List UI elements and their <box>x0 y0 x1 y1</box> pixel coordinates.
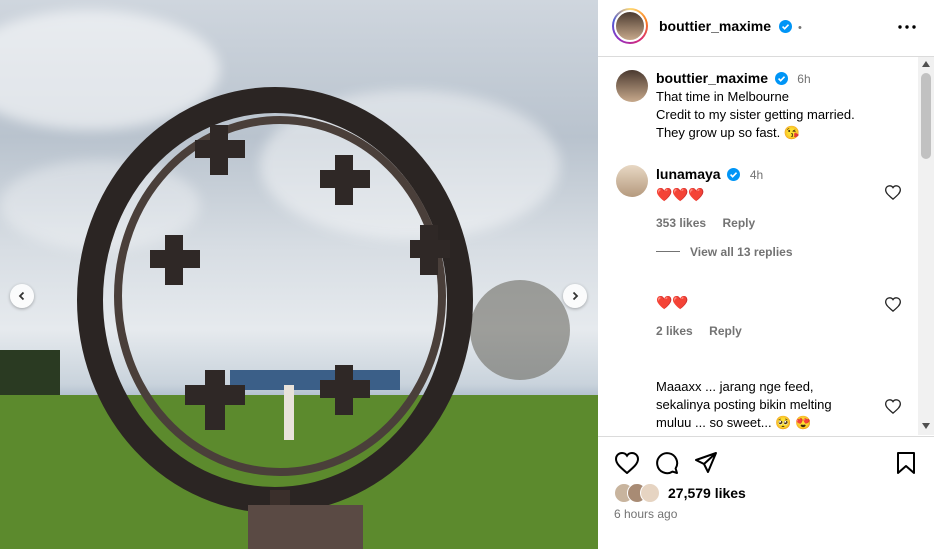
author-username[interactable]: bouttier_maxime <box>659 18 771 34</box>
caption-time: 6h <box>797 72 811 86</box>
post-panel: bouttier_maxime • bouttier_maxime 6h Tha… <box>598 0 934 549</box>
share-icon[interactable] <box>694 451 718 475</box>
author-avatar[interactable] <box>612 8 648 44</box>
author-line: bouttier_maxime • <box>659 18 802 36</box>
more-options-icon[interactable] <box>898 20 916 34</box>
chevron-right-icon <box>572 291 579 301</box>
post-header: bouttier_maxime • <box>598 0 934 57</box>
scrollbar-thumb[interactable] <box>921 73 931 159</box>
comment-like-heart-icon[interactable] <box>885 185 901 200</box>
caption-avatar[interactable] <box>616 70 648 102</box>
bookmark-icon[interactable] <box>896 451 916 475</box>
separator-dot: • <box>797 22 802 34</box>
comment-time: 4h <box>749 168 764 182</box>
sculpture-scene <box>0 87 598 549</box>
comment-text-line: muluu ... so sweet... 🥺 😍 <box>656 415 812 430</box>
verified-badge-icon <box>727 168 741 181</box>
comment-like-heart-icon[interactable] <box>885 297 901 312</box>
previous-image-button[interactable] <box>10 284 34 308</box>
liked-by-avatars[interactable] <box>614 483 664 503</box>
comment-like-heart-icon[interactable] <box>885 399 901 414</box>
caption-text-line: They grow up so fast. 😘 <box>656 125 801 140</box>
comment-avatar[interactable] <box>616 165 648 197</box>
comments-scrollbar[interactable] <box>918 57 934 435</box>
caption: bouttier_maxime 6h That time in Melbourn… <box>656 69 906 142</box>
heart-icon[interactable] <box>615 452 639 474</box>
view-replies[interactable]: View all 13 replies <box>656 243 793 261</box>
scroll-down-icon[interactable] <box>922 423 930 429</box>
caption-text-line: Credit to my sister getting married. <box>656 107 855 122</box>
next-image-button[interactable] <box>563 284 587 308</box>
post-actions: 27,579 likes 6 hours ago <box>598 436 934 550</box>
comment-text: ❤️❤️❤️ <box>656 187 705 202</box>
verified-badge-icon <box>774 72 788 85</box>
verified-badge-icon <box>778 20 792 33</box>
comment-text-line: Maaaxx ... jarang nge feed, <box>656 379 814 394</box>
comment-likes[interactable]: 2 likes <box>656 324 693 338</box>
comment: lunamaya 4h ❤️❤️❤️ 353 likes Reply <box>656 165 886 232</box>
post-image[interactable] <box>0 0 598 549</box>
scroll-up-icon[interactable] <box>922 61 930 67</box>
comment-text-line: sekalinya posting bikin melting <box>656 397 832 412</box>
comment: Maaaxx ... jarang nge feed, sekalinya po… <box>656 378 886 432</box>
comment-text: ❤️❤️ <box>656 295 689 310</box>
comment-likes[interactable]: 353 likes <box>656 216 706 230</box>
caption-username[interactable]: bouttier_maxime <box>656 70 768 86</box>
liker-avatar <box>640 483 660 503</box>
chevron-left-icon <box>18 291 25 301</box>
reply-button[interactable]: Reply <box>709 324 742 338</box>
caption-text-line: That time in Melbourne <box>656 89 789 104</box>
view-replies-label[interactable]: View all 13 replies <box>690 245 793 259</box>
comment-icon[interactable] <box>655 451 679 475</box>
reply-button[interactable]: Reply <box>723 216 756 230</box>
comment-username[interactable]: lunamaya <box>656 166 721 182</box>
likes-count[interactable]: 27,579 likes <box>668 485 746 501</box>
post-timestamp[interactable]: 6 hours ago <box>614 507 677 521</box>
comment: ❤️❤️ 2 likes Reply <box>656 294 886 340</box>
comments-list: bouttier_maxime 6h That time in Melbourn… <box>598 57 918 435</box>
